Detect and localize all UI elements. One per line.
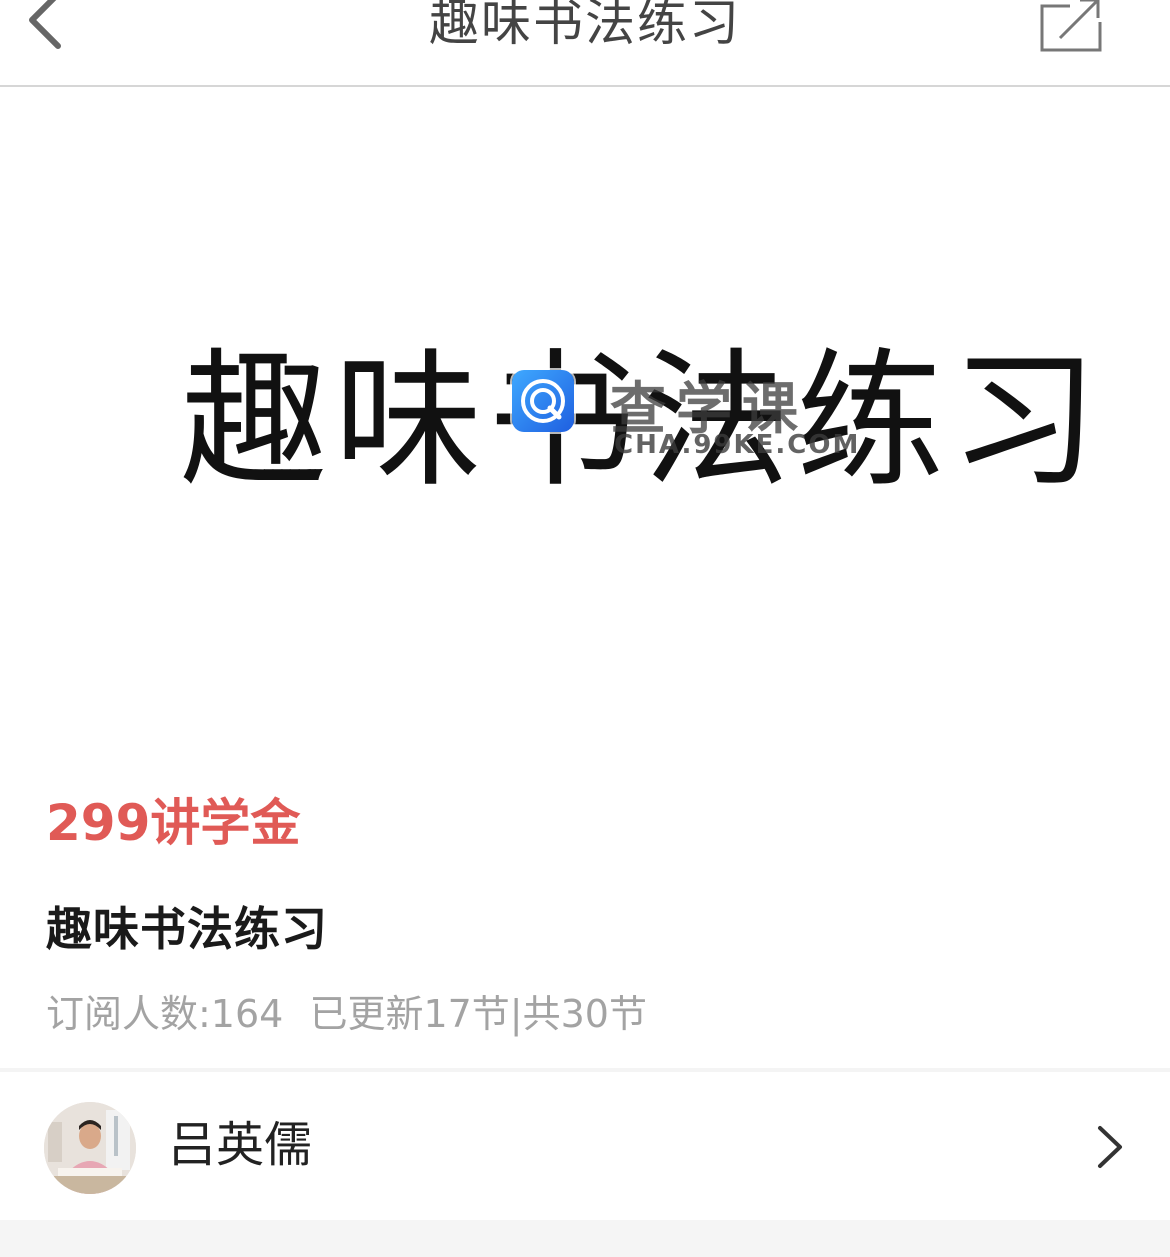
watermark-url: CHA.99KE.COM <box>614 430 861 460</box>
teacher-name: 吕英儒 <box>168 1117 313 1173</box>
total-lessons: 共30节 <box>522 992 647 1036</box>
subscriber-count: 订阅人数:164 <box>46 992 284 1036</box>
navigation-bar: 趣味书法练习 <box>0 0 1170 87</box>
page-title: 趣味书法练习 <box>429 0 741 52</box>
watermark: 查学课 CHA.99KE.COM <box>512 370 858 460</box>
course-detail-page: 趣味书法练习 趣味书法练习 查学课 CHA.99KE.COM 299讲学金 趣味… <box>0 0 1170 1257</box>
share-button[interactable] <box>1036 0 1108 54</box>
chevron-right-icon <box>1090 1122 1130 1172</box>
course-cover-image: 趣味书法练习 查学课 CHA.99KE.COM <box>0 88 1170 764</box>
search-logo-icon <box>512 370 574 432</box>
course-price: 299讲学金 <box>46 794 301 852</box>
share-external-icon <box>1040 0 1102 52</box>
course-title: 趣味书法练习 <box>46 902 328 956</box>
meta-separator: | <box>509 992 523 1036</box>
teacher-row[interactable]: 吕英儒 <box>0 1072 1170 1220</box>
avatar <box>44 1102 136 1194</box>
updated-lessons: 已更新17节 <box>309 992 510 1036</box>
bottom-band <box>0 1220 1170 1257</box>
course-meta: 订阅人数:164 已更新17节|共30节 <box>46 986 647 1042</box>
